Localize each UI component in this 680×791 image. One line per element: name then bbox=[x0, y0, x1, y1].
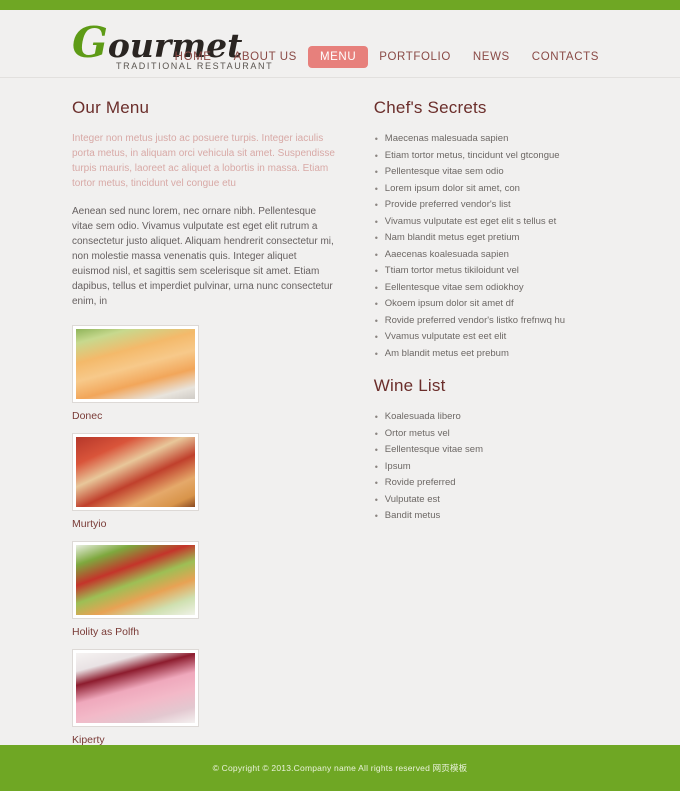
gallery-item[interactable]: Murtyio bbox=[72, 433, 199, 530]
menu-intro-highlight: Integer non metus justo ac posuere turpi… bbox=[72, 133, 335, 189]
main-navigation: HOME ABOUT US MENU PORTFOLIO NEWS CONTAC… bbox=[164, 46, 610, 68]
sidebar-column: Chef's Secrets Maecenas malesuada sapien… bbox=[374, 98, 610, 791]
gallery-caption: Murtyio bbox=[72, 518, 107, 530]
green-salad-photo bbox=[76, 545, 195, 615]
list-item: Lorem ipsum dolor sit amet, con bbox=[374, 181, 610, 198]
page-root: Gourmet TRADITIONAL RESTAURANT HOME ABOU… bbox=[0, 0, 680, 791]
list-item: Ttiam tortor metus tikiloidunt vel bbox=[374, 263, 610, 280]
wine-list-heading: Wine List bbox=[373, 376, 446, 395]
list-item: Eellentesque vitae sem bbox=[374, 442, 610, 459]
list-item: Aaecenas koalesuada sapien bbox=[374, 247, 610, 264]
gallery-thumbnail[interactable] bbox=[72, 433, 199, 511]
chefs-secrets-list: Maecenas malesuada sapien Etiam tortor m… bbox=[374, 131, 610, 362]
gallery-item[interactable]: Donec bbox=[72, 325, 199, 422]
nav-item-home[interactable]: HOME bbox=[164, 46, 223, 68]
gallery-thumbnail[interactable] bbox=[72, 649, 199, 727]
list-item: Rovide preferred vendor's listko frefnwq… bbox=[374, 313, 610, 330]
list-item: Maecenas malesuada sapien bbox=[374, 131, 610, 148]
menu-column: Our Menu Integer non metus justo ac posu… bbox=[72, 98, 336, 791]
list-item: Etiam tortor metus, tincidunt vel gtcong… bbox=[374, 148, 610, 165]
list-item: Vvamus vulputate est eet elit bbox=[374, 329, 610, 346]
list-item: Rovide preferred bbox=[374, 475, 610, 492]
chefs-secrets-heading: Chef's Secrets bbox=[373, 98, 487, 117]
our-menu-heading: Our Menu bbox=[72, 98, 150, 117]
nav-item-portfolio[interactable]: PORTFOLIO bbox=[368, 46, 462, 68]
nav-item-contacts[interactable]: CONTACTS bbox=[521, 46, 610, 68]
main-content: Our Menu Integer non metus justo ac posu… bbox=[0, 78, 680, 791]
list-item: Okoem ipsum dolor sit amet df bbox=[374, 296, 610, 313]
gallery-item[interactable]: Holity as Polfh bbox=[72, 541, 199, 638]
nav-item-about-us[interactable]: ABOUT US bbox=[223, 46, 308, 68]
list-item: Ortor metus vel bbox=[374, 426, 610, 443]
wine-list: Koalesuada libero Ortor metus vel Eellen… bbox=[374, 409, 610, 525]
gallery-thumbnail[interactable] bbox=[72, 541, 199, 619]
cherry-ice-cream-photo bbox=[76, 653, 195, 723]
list-item: Vivamus vulputate est eget elit s tellus… bbox=[374, 214, 610, 231]
gallery-caption: Donec bbox=[72, 410, 103, 422]
pepperoni-pizza-photo bbox=[76, 437, 195, 507]
list-item: Pellentesque vitae sem odio bbox=[374, 164, 610, 181]
list-item: Vulputate est bbox=[374, 492, 610, 509]
site-header: Gourmet TRADITIONAL RESTAURANT HOME ABOU… bbox=[0, 10, 680, 78]
menu-intro-body: Aenean sed nunc lorem, nec ornare nibh. … bbox=[72, 206, 334, 307]
copyright-bar: © Copyright © 2013.Company name All righ… bbox=[0, 745, 680, 791]
list-item: Am blandit metus eet prebum bbox=[374, 346, 610, 363]
top-accent-bar bbox=[0, 0, 680, 10]
list-item: Eellentesque vitae sem odiokhoy bbox=[374, 280, 610, 297]
list-item: Nam blandit metus eget pretium bbox=[374, 230, 610, 247]
logo-initial: G bbox=[72, 18, 108, 67]
list-item: Koalesuada libero bbox=[374, 409, 610, 426]
gallery-caption: Holity as Polfh bbox=[72, 626, 140, 638]
copyright-text: © Copyright © 2013.Company name All righ… bbox=[212, 763, 468, 773]
menu-gallery: Donec Murtyio Holity as Polfh Kiperty Gy… bbox=[72, 325, 336, 791]
nav-item-menu[interactable]: MENU bbox=[307, 46, 369, 68]
list-item: Provide preferred vendor's list bbox=[374, 197, 610, 214]
list-item: Bandit metus bbox=[374, 508, 610, 525]
gallery-thumbnail[interactable] bbox=[72, 325, 199, 403]
melon-salad-photo bbox=[76, 329, 195, 399]
nav-item-news[interactable]: NEWS bbox=[462, 46, 521, 68]
list-item: Ipsum bbox=[374, 459, 610, 476]
gallery-item[interactable]: Kiperty bbox=[72, 649, 199, 746]
